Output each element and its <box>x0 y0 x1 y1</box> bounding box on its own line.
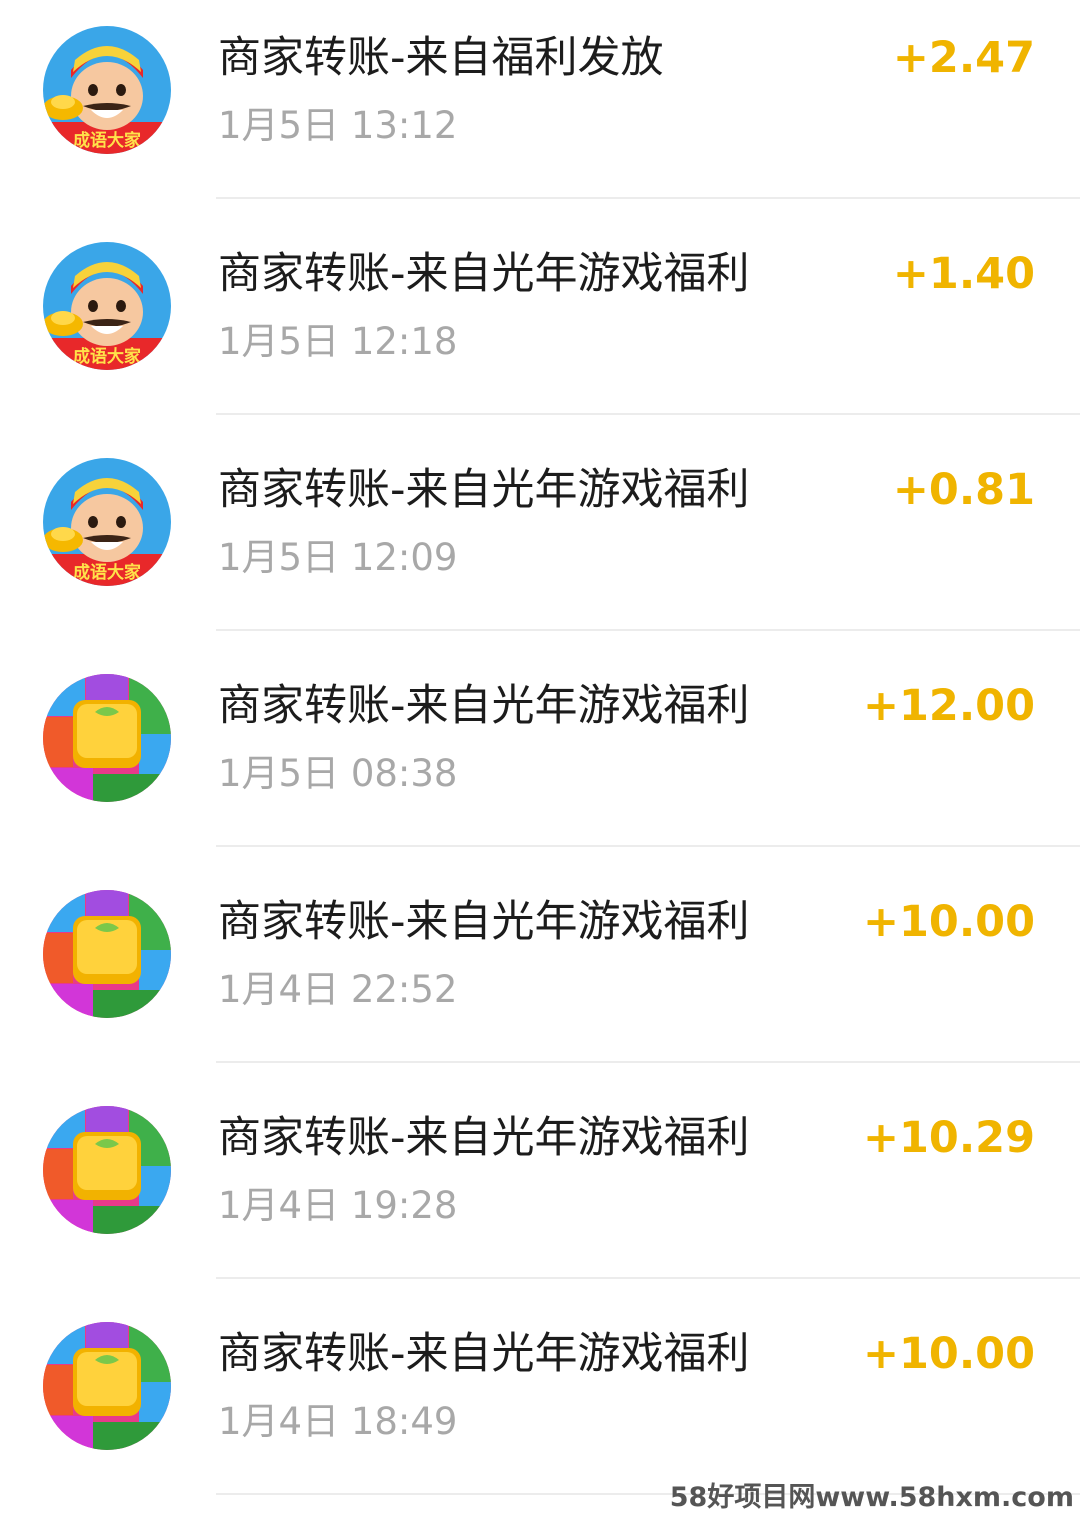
transaction-time: 1月5日 12:09 <box>218 536 458 579</box>
transaction-time: 1月4日 22:52 <box>218 968 458 1011</box>
svg-text:成语大家: 成语大家 <box>73 130 141 151</box>
row-divider <box>216 845 1080 847</box>
transaction-title: 商家转账-来自光年游戏福利 <box>218 249 750 299</box>
transaction-row[interactable]: 成语大家 商家转账-来自光年游戏福利 1月5日 12:18 +1.40 <box>0 216 1080 432</box>
god-of-wealth-icon: 成语大家 <box>43 458 171 586</box>
transaction-row[interactable]: 成语大家 商家转账-来自福利发放 1月5日 13:12 +2.47 <box>0 0 1080 216</box>
transaction-amount: +1.40 <box>892 249 1035 299</box>
transaction-amount: +10.00 <box>862 897 1035 947</box>
transaction-time: 1月5日 12:18 <box>218 320 458 363</box>
fruit-block-icon <box>43 890 171 1018</box>
transaction-amount: +2.47 <box>892 33 1035 83</box>
row-divider <box>216 1277 1080 1279</box>
fruit-block-icon <box>43 1322 171 1450</box>
transaction-title: 商家转账-来自福利发放 <box>218 33 664 83</box>
god-of-wealth-icon: 成语大家 <box>43 26 171 154</box>
transaction-title: 商家转账-来自光年游戏福利 <box>218 1113 750 1163</box>
row-divider <box>216 197 1080 199</box>
row-divider <box>216 1061 1080 1063</box>
row-divider <box>216 413 1080 415</box>
transaction-time: 1月4日 19:28 <box>218 1184 458 1227</box>
transaction-amount: +10.29 <box>862 1113 1035 1163</box>
svg-text:成语大家: 成语大家 <box>73 562 141 583</box>
transaction-title: 商家转账-来自光年游戏福利 <box>218 897 750 947</box>
transaction-amount: +10.00 <box>862 1329 1035 1379</box>
transaction-row[interactable]: 成语大家 商家转账-来自光年游戏福利 1月5日 12:09 +0.81 <box>0 432 1080 648</box>
transaction-title: 商家转账-来自光年游戏福利 <box>218 681 750 731</box>
transaction-row[interactable]: 商家转账-来自光年游戏福利 1月4日 22:52 +10.00 <box>0 864 1080 1080</box>
transaction-title: 商家转账-来自光年游戏福利 <box>218 465 750 515</box>
transaction-row[interactable]: 商家转账-来自光年游戏福利 1月5日 08:38 +12.00 <box>0 648 1080 864</box>
transaction-time: 1月4日 18:49 <box>218 1400 458 1443</box>
transaction-time: 1月5日 08:38 <box>218 752 458 795</box>
fruit-block-icon <box>43 1106 171 1234</box>
row-divider <box>216 629 1080 631</box>
transaction-time: 1月5日 13:12 <box>218 104 458 147</box>
fruit-block-icon <box>43 674 171 802</box>
svg-text:成语大家: 成语大家 <box>73 346 141 367</box>
god-of-wealth-icon: 成语大家 <box>43 242 171 370</box>
transaction-row[interactable]: 商家转账-来自光年游戏福利 1月4日 19:28 +10.29 <box>0 1080 1080 1296</box>
transaction-title: 商家转账-来自光年游戏福利 <box>218 1329 750 1379</box>
transaction-amount: +12.00 <box>862 681 1035 731</box>
site-watermark: 58好项目网www.58hxm.com <box>669 1482 1074 1513</box>
transaction-amount: +0.81 <box>892 465 1035 515</box>
